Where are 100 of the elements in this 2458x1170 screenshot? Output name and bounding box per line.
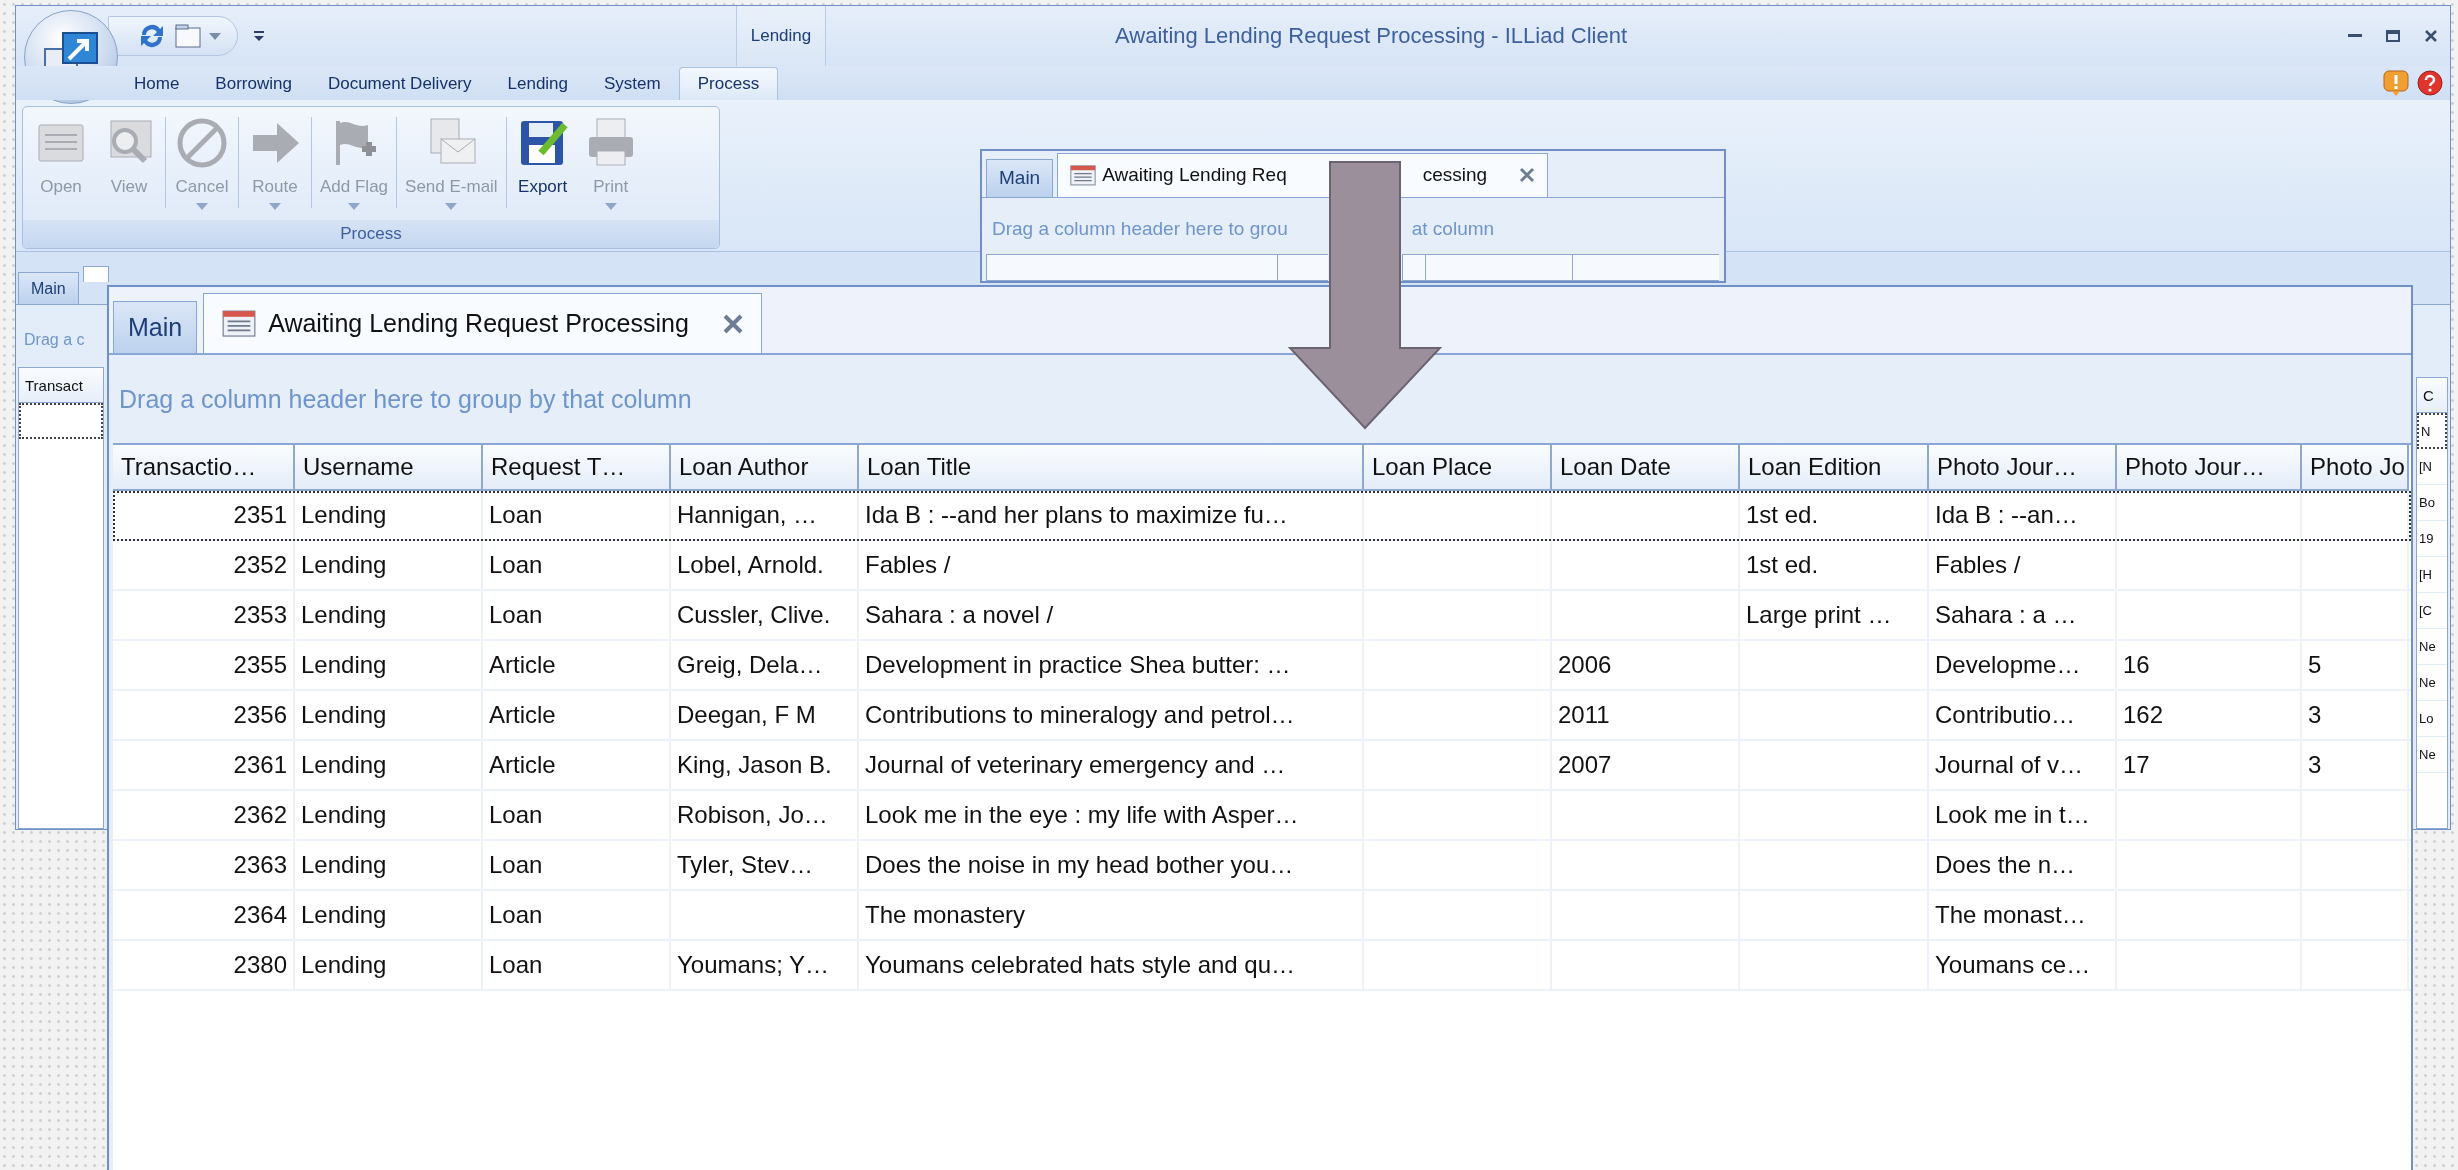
table-cell: 5 [2308, 651, 2322, 679]
document-tab[interactable] [82, 266, 109, 282]
table-cell: Developme… [1935, 651, 2081, 679]
table-row[interactable]: 2355 Lending Article Greig, Dela… Development in practice Shea butter: … 2006 Developme… 16 5 [113, 641, 2411, 691]
table-cell: Article [489, 701, 556, 729]
table-cell: Lending [301, 951, 387, 979]
ribbon-tab[interactable]: Home [116, 68, 198, 100]
table-cell: Lending [301, 751, 387, 779]
column-header[interactable] [1277, 253, 1328, 281]
column-header[interactable] [1425, 253, 1572, 281]
table-cell: Loan [489, 851, 543, 879]
table-cell: Deegan, F M [677, 701, 816, 729]
table-cell: Lending [301, 801, 387, 829]
column-header[interactable]: Loan Date [1552, 445, 1740, 491]
caret-icon [196, 203, 208, 210]
table-cell: Loan [489, 801, 543, 829]
table-row[interactable]: 2351 Lending Loan Hannigan, … Ida B : --and her plans to maximize fu… 1st ed. Ida B : --an… [113, 491, 2411, 541]
table-cell: 16 [2123, 651, 2150, 679]
table-row[interactable]: 2356 Lending Article Deegan, F M Contributions to mineralogy and petrol… 2011 Contributio… 162 3 [113, 691, 2411, 741]
customize-toolbar-icon[interactable] [252, 29, 266, 43]
column-header[interactable]: C [2417, 378, 2447, 413]
document-tab[interactable]: Main [18, 272, 79, 304]
column-header[interactable] [986, 253, 1277, 281]
column-header[interactable]: Photo Jo [2302, 445, 2409, 491]
table-cell: 2355 [233, 651, 287, 679]
ribbon-tab[interactable]: Borrowing [197, 68, 310, 100]
table-row[interactable]: 2363 Lending Loan Tyler, Stev… Does the noise in my head bother you… Does the n… [113, 841, 2411, 891]
column-header[interactable]: Loan Edition [1740, 445, 1929, 491]
table-cell: Lo [2417, 701, 2447, 737]
table-row[interactable]: 2362 Lending Loan Robison, Jo… Look me in the eye : my life with Asper… Look me in t… [113, 791, 2411, 841]
table-cell: 17 [2123, 751, 2150, 779]
contextual-tab-group-label: Lending [736, 6, 826, 66]
table-cell: Youmans celebrated hats style and qu… [865, 951, 1296, 979]
warning-icon[interactable] [2382, 69, 2410, 97]
table-cell: King, Jason B. [677, 751, 832, 779]
table-cell: 2007 [1558, 751, 1612, 779]
table-cell: 1st ed. [1746, 551, 1819, 579]
close-icon [2424, 29, 2438, 43]
table-cell: Large print … [1746, 601, 1892, 629]
group-by-hint: Drag a column header here to group by that column [118, 383, 693, 415]
document-tab[interactable]: Main [986, 158, 1054, 197]
table-cell: 2361 [233, 751, 287, 779]
close-icon[interactable] [722, 313, 743, 334]
table-cell: The monast… [1935, 901, 2086, 929]
help-icon[interactable] [2416, 69, 2444, 97]
column-header[interactable]: Transact [19, 368, 103, 403]
group-by-hint: Drag a column header here to grou at column [991, 216, 1496, 240]
column-header[interactable] [1572, 253, 1719, 281]
table-cell: Article [489, 651, 556, 679]
column-header[interactable]: Username [295, 445, 483, 491]
table-cell: Ne [2417, 665, 2447, 701]
column-header[interactable]: Photo Jour… [2117, 445, 2302, 491]
table-cell: Loan [489, 551, 543, 579]
table-cell: Lending [301, 851, 387, 879]
table-cell: 162 [2123, 701, 2164, 729]
table-row[interactable]: 2361 Lending Article King, Jason B. Journal of veterinary emergency and … 2007 Journal of v… 17 3 [113, 741, 2411, 791]
caret-icon [269, 203, 281, 210]
table-row[interactable]: 2352 Lending Loan Lobel, Arnold. Fables / 1st ed. Fables / [113, 541, 2411, 591]
table-row[interactable]: 2353 Lending Loan Cussler, Clive. Sahara : a novel / Large print … Sahara : a … [113, 591, 2411, 641]
minimize-icon [2348, 34, 2362, 38]
table-row[interactable]: 2380 Lending Loan Youmans; Y… Youmans celebrated hats style and qu… Youmans ce… [113, 941, 2411, 991]
caret-icon [604, 203, 617, 210]
close-icon[interactable] [1519, 167, 1536, 184]
ribbon-tab[interactable]: Document Delivery [309, 68, 490, 100]
table-cell: [C [2417, 593, 2447, 629]
column-header[interactable]: Loan Place [1364, 445, 1552, 491]
table-cell: 19 [2417, 521, 2447, 557]
column-header[interactable]: Loan Author [671, 445, 859, 491]
table-cell: 3 [2308, 701, 2322, 729]
table-cell: Ida B : --an… [1935, 501, 2078, 529]
column-header[interactable]: Transactio… [113, 445, 295, 491]
caret-icon [445, 203, 458, 210]
table-cell: 2011 [1558, 701, 1610, 729]
table-cell: Journal of veterinary emergency and … [865, 751, 1286, 779]
ribbon-tab[interactable]: System [586, 68, 679, 100]
table-cell: Does the noise in my head bother you… [865, 851, 1294, 879]
table-row[interactable]: 2364 Lending Loan The monastery The monast… [113, 891, 2411, 941]
document-icon[interactable] [175, 24, 201, 48]
column-header[interactable]: Photo Jour… [1929, 445, 2117, 491]
grid-row[interactable] [19, 403, 103, 439]
ribbon-tab[interactable]: Process [678, 67, 779, 100]
table-cell: Tyler, Stev… [677, 851, 814, 879]
ribbon-tab[interactable]: Lending [489, 68, 587, 100]
table-cell: 1st ed. [1746, 501, 1819, 529]
table-cell: Contributio… [1935, 701, 2076, 729]
table-cell: Lending [301, 601, 387, 629]
table-cell: Bo [2417, 485, 2447, 521]
table-cell: Does the n… [1935, 851, 2076, 879]
table-cell: The monastery [865, 901, 1026, 929]
column-header[interactable]: Request T… [483, 445, 671, 491]
column-header[interactable]: Loan Title [859, 445, 1364, 491]
ribbon-button[interactable]: Export [508, 113, 577, 220]
group-label: Process [23, 220, 719, 248]
table-cell: Loan [489, 901, 543, 929]
table-cell: Loan [489, 951, 543, 979]
document-tab[interactable]: Main [113, 301, 198, 353]
table-cell: [N [2417, 449, 2447, 485]
document-tab[interactable]: Awaiting Lending Request Processing [203, 293, 762, 353]
table-cell: Hannigan, … [677, 501, 818, 529]
column-header[interactable] [1402, 253, 1425, 281]
